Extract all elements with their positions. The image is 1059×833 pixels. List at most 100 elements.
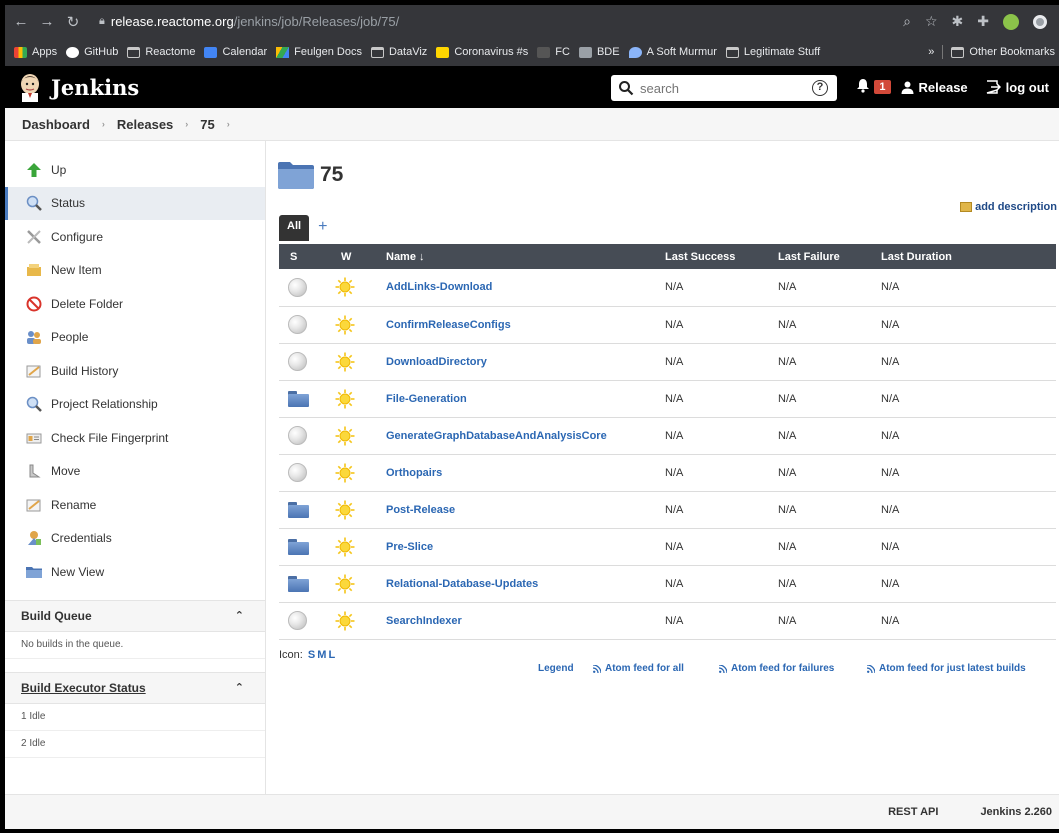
bookmark-item[interactable]: Coronavirus #s <box>436 46 528 58</box>
bookmark-item[interactable]: Calendar <box>204 46 267 58</box>
breadcrumb-current[interactable]: 75 <box>200 117 214 132</box>
build-queue-header[interactable]: Build Queue ⌃ <box>5 599 265 632</box>
help-icon[interactable]: ? <box>812 80 828 96</box>
column-weather[interactable]: W <box>324 244 376 269</box>
jenkins-logo-icon[interactable] <box>17 72 43 102</box>
sunny-weather-icon[interactable] <box>335 426 355 446</box>
zoom-icon[interactable]: ⌕ <box>903 13 911 30</box>
sunny-weather-icon[interactable] <box>335 463 355 483</box>
bookmark-item[interactable]: Reactome <box>127 46 195 58</box>
bookmark-item[interactable]: Legitimate Stuff <box>725 46 820 58</box>
bookmark-item[interactable]: FC <box>537 46 570 58</box>
build-status-grey-icon[interactable] <box>288 315 307 334</box>
sidebar-item-rename[interactable]: Rename <box>5 488 265 522</box>
column-name[interactable]: Name ↓ <box>376 244 665 269</box>
extension-gear-icon[interactable]: ✱ <box>952 13 964 30</box>
view-tabs: All + <box>279 215 327 241</box>
search-input[interactable] <box>640 80 780 96</box>
sunny-weather-icon[interactable] <box>335 500 355 520</box>
executor-status-header[interactable]: Build Executor Status ⌃ <box>5 671 265 704</box>
other-bookmarks[interactable]: Other Bookmarks <box>951 46 1055 58</box>
sidebar-item-status[interactable]: Status <box>5 186 265 220</box>
sidebar-item-new-view[interactable]: New View <box>5 555 265 589</box>
chevron-up-icon[interactable]: ⌃ <box>235 681 244 694</box>
puzzle-icon[interactable]: ✚ <box>977 13 989 30</box>
sidebar-item-people[interactable]: People <box>5 321 265 355</box>
sunny-weather-icon[interactable] <box>335 277 355 297</box>
sidebar-item-up[interactable]: Up <box>5 153 265 187</box>
executor-status-title[interactable]: Build Executor Status <box>21 681 146 695</box>
job-link[interactable]: ConfirmReleaseConfigs <box>386 319 511 331</box>
column-last-duration[interactable]: Last Duration <box>880 244 1056 269</box>
reload-icon[interactable]: ↻ <box>63 13 83 31</box>
column-last-failure[interactable]: Last Failure <box>778 244 880 269</box>
executor-row[interactable]: 2 Idle <box>5 731 265 758</box>
add-description-link[interactable]: add description <box>960 201 1057 213</box>
sunny-weather-icon[interactable] <box>335 389 355 409</box>
build-status-grey-icon[interactable] <box>288 426 307 445</box>
feed-failures-link[interactable]: Atom feed for failures <box>719 663 867 674</box>
executor-row[interactable]: 1 Idle <box>5 704 265 731</box>
sidebar-item-move[interactable]: Move <box>5 455 265 489</box>
bookmark-item[interactable]: DataViz <box>370 46 427 58</box>
bookmark-item[interactable]: Apps <box>14 46 57 58</box>
build-status-grey-icon[interactable] <box>288 352 307 371</box>
back-arrow-icon[interactable]: ← <box>11 13 31 30</box>
bookmark-item[interactable]: Feulgen Docs <box>276 46 362 58</box>
job-link[interactable]: Relational-Database-Updates <box>386 578 538 590</box>
star-icon[interactable]: ☆ <box>925 13 938 30</box>
feed-latest-link[interactable]: Atom feed for just latest builds <box>867 663 1026 674</box>
bookmark-item[interactable]: BDE <box>578 46 620 58</box>
forward-arrow-icon[interactable]: → <box>37 13 57 30</box>
more-bookmarks-icon[interactable]: » <box>928 46 934 58</box>
sunny-weather-icon[interactable] <box>335 537 355 557</box>
logout-link[interactable]: log out <box>986 80 1049 95</box>
build-status-grey-icon[interactable] <box>288 277 307 297</box>
profile-avatar[interactable] <box>1033 14 1047 29</box>
rest-api-link[interactable]: REST API <box>888 806 938 818</box>
sidebar-item-credentials[interactable]: Credentials <box>5 522 265 556</box>
job-link[interactable]: Pre-Slice <box>386 541 433 553</box>
sunny-weather-icon[interactable] <box>335 315 355 335</box>
sidebar-item-project-relationship[interactable]: Project Relationship <box>5 388 265 422</box>
icon-size-small[interactable]: S <box>308 649 315 661</box>
jenkins-version-link[interactable]: Jenkins 2.260 <box>980 806 1052 818</box>
job-link[interactable]: DownloadDirectory <box>386 356 487 368</box>
breadcrumb-dashboard[interactable]: Dashboard <box>22 117 90 132</box>
search-box[interactable]: ? <box>611 75 837 101</box>
add-view-tab[interactable]: + <box>318 218 327 241</box>
build-status-grey-icon[interactable] <box>288 463 307 482</box>
bookmark-item[interactable]: GitHub <box>66 46 118 58</box>
column-last-success[interactable]: Last Success <box>665 244 778 269</box>
sunny-weather-icon[interactable] <box>335 574 355 594</box>
notification-badge[interactable]: 1 <box>874 80 891 94</box>
job-link[interactable]: Post-Release <box>386 504 455 516</box>
job-link[interactable]: Orthopairs <box>386 467 442 479</box>
job-link[interactable]: SearchIndexer <box>386 615 462 627</box>
sunny-weather-icon[interactable] <box>335 611 355 631</box>
extension-green-icon[interactable] <box>1003 13 1019 30</box>
build-status-grey-icon[interactable] <box>288 611 307 630</box>
sidebar-item-new-item[interactable]: New Item <box>5 254 265 288</box>
icon-size-medium[interactable]: M <box>317 649 326 661</box>
job-link[interactable]: GenerateGraphDatabaseAndAnalysisCore <box>386 430 607 442</box>
jenkins-title[interactable]: Jenkins <box>51 75 139 100</box>
bookmark-item[interactable]: A Soft Murmur <box>628 46 717 58</box>
sidebar-item-build-history[interactable]: Build History <box>5 354 265 388</box>
column-status[interactable]: S <box>279 244 324 269</box>
job-link[interactable]: File-Generation <box>386 393 467 405</box>
sunny-weather-icon[interactable] <box>335 352 355 372</box>
address-bar[interactable]: 🔒︎ release.reactome.org/jenkins/job/Rele… <box>99 14 399 29</box>
sidebar-item-check-file-fingerprint[interactable]: Check File Fingerprint <box>5 421 265 455</box>
legend-link[interactable]: Legend <box>538 663 593 674</box>
icon-size-large[interactable]: L <box>328 649 335 661</box>
user-link[interactable]: Release <box>901 80 968 95</box>
breadcrumb-releases[interactable]: Releases <box>117 117 173 132</box>
bell-icon[interactable] <box>856 78 870 96</box>
feed-all-link[interactable]: Atom feed for all <box>593 663 719 674</box>
chevron-up-icon[interactable]: ⌃ <box>235 609 244 622</box>
sidebar-item-delete-folder[interactable]: Delete Folder <box>5 287 265 321</box>
job-link[interactable]: AddLinks-Download <box>386 281 492 293</box>
sidebar-item-configure[interactable]: Configure <box>5 220 265 254</box>
tab-all[interactable]: All <box>279 215 310 241</box>
